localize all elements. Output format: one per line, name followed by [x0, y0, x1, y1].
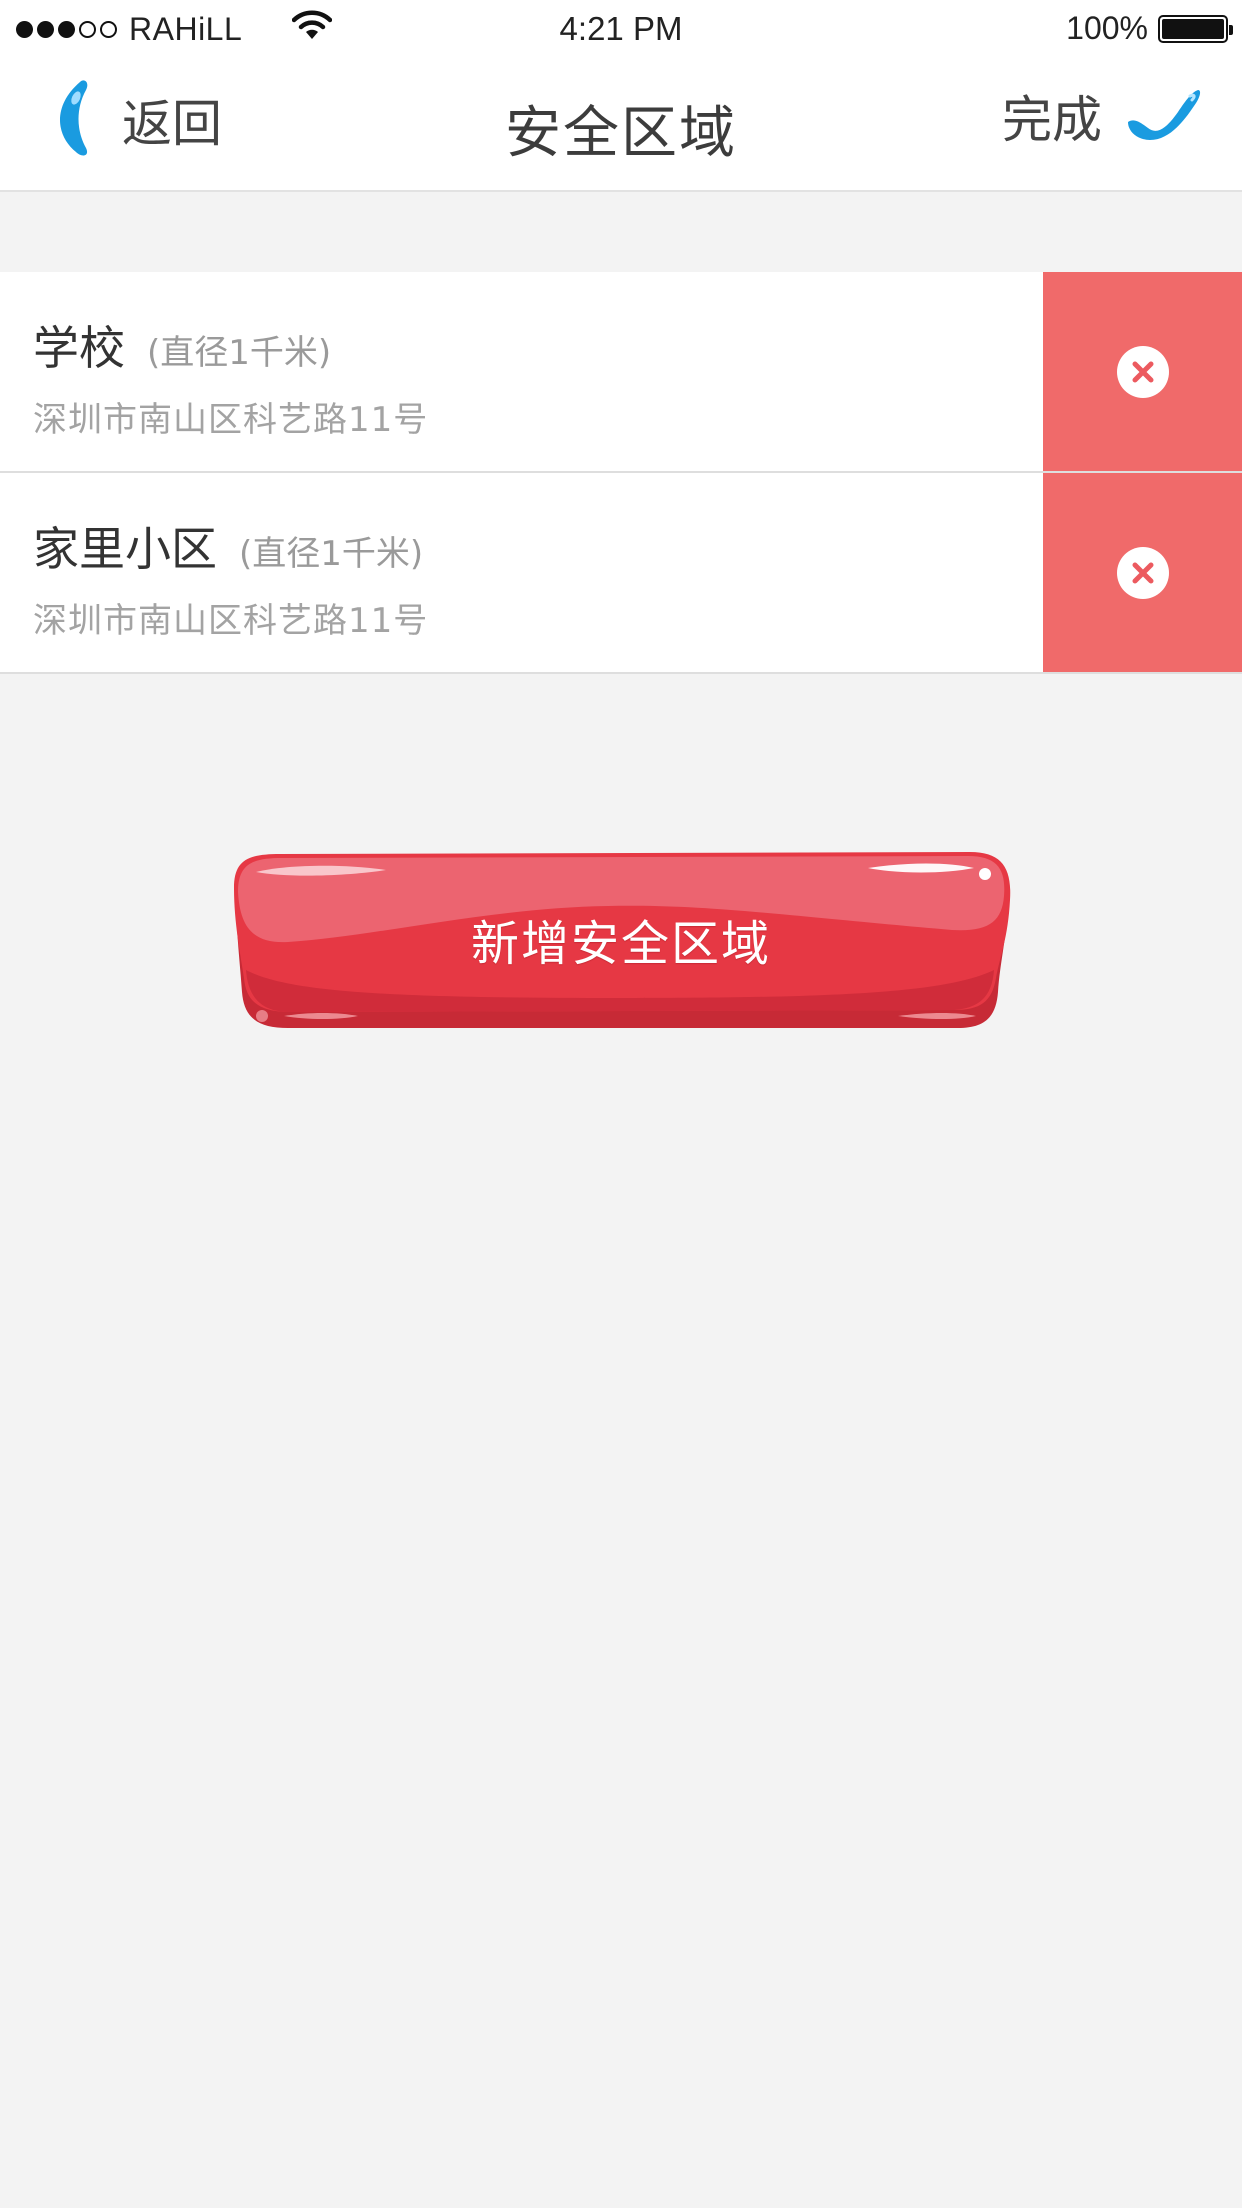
done-button[interactable]: 完成	[1002, 80, 1202, 152]
add-safe-zone-button[interactable]: 新增安全区域	[228, 852, 1014, 1030]
done-label: 完成	[1002, 91, 1102, 149]
zone-name: 家里小区	[33, 522, 217, 576]
status-right: 100%	[1066, 10, 1233, 47]
zone-address: 深圳市南山区科艺路11号	[33, 400, 429, 440]
zone-name-line: 家里小区 (直径1千米)	[33, 513, 428, 579]
zone-info: 学校 (直径1千米) 深圳市南山区科艺路11号	[33, 312, 428, 441]
list-item[interactable]: 学校 (直径1千米) 深圳市南山区科艺路11号	[0, 272, 1242, 473]
list-item[interactable]: 家里小区 (直径1千米) 深圳市南山区科艺路11号	[0, 473, 1242, 674]
battery-level	[1162, 18, 1224, 39]
status-bar: RAHiLL 4:21 PM 100%	[0, 0, 1242, 60]
close-circle-icon	[1116, 546, 1169, 599]
blue-check-icon	[1124, 86, 1202, 146]
zone-radius: (直径1千米)	[147, 333, 332, 373]
battery-tip	[1229, 24, 1233, 35]
zone-radius: (直径1千米)	[239, 534, 424, 574]
battery-icon	[1158, 14, 1233, 43]
zone-address: 深圳市南山区科艺路11号	[33, 601, 429, 641]
close-circle-icon	[1116, 345, 1169, 398]
nav-bar: 返回 安全区域 完成	[0, 60, 1242, 192]
zone-info: 家里小区 (直径1千米) 深圳市南山区科艺路11号	[33, 513, 428, 642]
zone-name: 学校	[33, 321, 125, 375]
zone-name-line: 学校 (直径1千米)	[33, 312, 428, 378]
battery-percent: 100%	[1066, 10, 1148, 46]
status-time: 4:21 PM	[559, 10, 683, 47]
add-safe-zone-label: 新增安全区域	[470, 916, 771, 972]
delete-zone-button[interactable]	[1043, 473, 1242, 672]
delete-zone-button[interactable]	[1043, 272, 1242, 471]
zone-list: 学校 (直径1千米) 深圳市南山区科艺路11号 家里小区 (直径1千米) 深圳市…	[0, 272, 1242, 674]
